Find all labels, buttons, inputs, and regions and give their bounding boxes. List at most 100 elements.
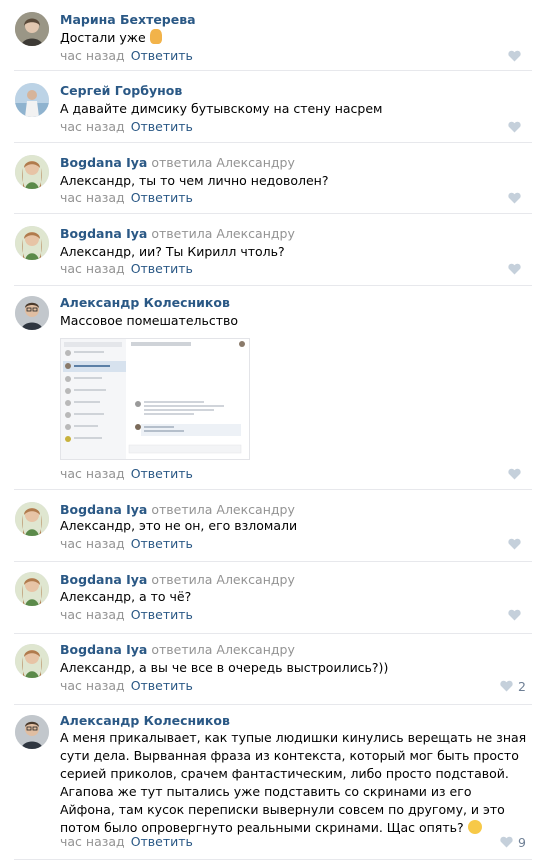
comment-meta: час назад Ответить xyxy=(60,536,193,552)
comment-header: Bogdana Iya ответила Александру xyxy=(60,502,295,518)
like-button[interactable]: 9 xyxy=(500,834,526,850)
author-link[interactable]: Bogdana Iya xyxy=(60,155,147,170)
author-link[interactable]: Bogdana Iya xyxy=(60,572,147,587)
comment-text-content: Александр, ии? Ты Кирилл чтоль? xyxy=(60,244,285,259)
timestamp[interactable]: час назад xyxy=(60,48,125,63)
heart-icon xyxy=(508,121,521,133)
smile-emoji-icon xyxy=(467,820,482,834)
like-button[interactable] xyxy=(508,607,526,623)
avatar[interactable] xyxy=(15,572,49,606)
reply-target-link[interactable]: Александру xyxy=(216,155,294,170)
reply-target-link[interactable]: Александру xyxy=(216,572,294,587)
comment-item: Марина Бехтерева Достали уже час назад От… xyxy=(0,0,546,71)
reply-info: ответила Александру xyxy=(151,642,295,657)
author-link[interactable]: Александр Колесников xyxy=(60,295,230,310)
comment-header: Bogdana Iya ответила Александру xyxy=(60,642,295,658)
reply-button[interactable]: Ответить xyxy=(131,48,193,63)
reply-button[interactable]: Ответить xyxy=(131,190,193,205)
author-link[interactable]: Bogdana Iya xyxy=(60,642,147,657)
like-button[interactable] xyxy=(508,48,526,64)
author-link[interactable]: Bogdana Iya xyxy=(60,502,147,517)
like-button[interactable] xyxy=(508,119,526,135)
timestamp[interactable]: час назад xyxy=(60,678,125,693)
comment-text: Массовое помешательство xyxy=(60,312,530,330)
comment-item: Bogdana Iya ответила Александру Александ… xyxy=(0,214,546,286)
comment-text-content: Александр, это не он, его взломали xyxy=(60,518,298,533)
comment-header: Bogdana Iya ответила Александру xyxy=(60,572,295,588)
reply-button[interactable]: Ответить xyxy=(131,834,193,849)
reply-target-link[interactable]: Александру xyxy=(216,642,294,657)
timestamp[interactable]: час назад xyxy=(60,261,125,276)
author-link[interactable]: Bogdana Iya xyxy=(60,226,147,241)
reply-info: ответила Александру xyxy=(151,502,295,517)
reply-verb: ответила xyxy=(151,226,213,241)
avatar[interactable] xyxy=(15,12,49,46)
comment-header: Александр Колесников xyxy=(60,713,230,729)
author-link[interactable]: Марина Бехтерева xyxy=(60,12,196,27)
like-button[interactable] xyxy=(508,190,526,206)
like-button[interactable]: 2 xyxy=(500,678,526,694)
timestamp[interactable]: час назад xyxy=(60,607,125,622)
reply-target-link[interactable]: Александру xyxy=(216,502,294,517)
like-button[interactable] xyxy=(508,466,526,482)
reply-button[interactable]: Ответить xyxy=(131,261,193,276)
comment-header: Bogdana Iya ответила Александру xyxy=(60,155,295,171)
heart-icon xyxy=(500,680,513,692)
avatar[interactable] xyxy=(15,155,49,189)
comment-header: Марина Бехтерева xyxy=(60,12,196,28)
author-link[interactable]: Александр Колесников xyxy=(60,713,230,728)
avatar[interactable] xyxy=(15,502,49,536)
heart-icon xyxy=(500,836,513,848)
comment-meta: час назад Ответить xyxy=(60,119,193,135)
reply-button[interactable]: Ответить xyxy=(131,466,193,481)
heart-icon xyxy=(508,538,521,550)
like-button[interactable] xyxy=(508,261,526,277)
reply-button[interactable]: Ответить xyxy=(131,119,193,134)
avatar[interactable] xyxy=(15,644,49,678)
heart-icon xyxy=(508,468,521,480)
comment-text: Александр, а то чё? xyxy=(60,588,530,606)
attached-screenshot[interactable] xyxy=(60,338,250,460)
avatar[interactable] xyxy=(15,83,49,117)
comment-text-content: А меня прикалывает, как тупые людишки ки… xyxy=(60,730,527,835)
reply-button[interactable]: Ответить xyxy=(131,607,193,622)
reply-target-link[interactable]: Александру xyxy=(216,226,294,241)
comment-text-content: Достали уже xyxy=(60,30,146,45)
screenshot-image xyxy=(61,339,249,459)
comment-header: Сергей Горбунов xyxy=(60,83,182,99)
heart-icon xyxy=(508,50,521,62)
divider xyxy=(14,859,532,860)
comment-item: Сергей Горбунов А давайте димсику бутывс… xyxy=(0,71,546,143)
timestamp[interactable]: час назад xyxy=(60,119,125,134)
comment-item: Bogdana Iya ответила Александру Александ… xyxy=(0,562,546,634)
comment-text: А давайте димсику бутывскому на стену на… xyxy=(60,100,530,118)
comment-header: Александр Колесников xyxy=(60,295,230,311)
avatar[interactable] xyxy=(15,226,49,260)
comment-meta: час назад Ответить xyxy=(60,607,193,623)
like-count: 9 xyxy=(518,834,526,850)
heart-icon xyxy=(508,192,521,204)
timestamp[interactable]: час назад xyxy=(60,834,125,849)
like-button[interactable] xyxy=(508,536,526,552)
like-count: 2 xyxy=(518,678,526,694)
reply-button[interactable]: Ответить xyxy=(131,536,193,551)
comment-text: Александр, ты то чем лично недоволен? xyxy=(60,172,530,190)
comment-text: Александр, ии? Ты Кирилл чтоль? xyxy=(60,243,530,261)
comment-meta: час назад Ответить xyxy=(60,261,193,277)
comment-item: Александр Колесников А меня прикалывает,… xyxy=(0,705,546,860)
comment-meta: час назад Ответить xyxy=(60,678,193,694)
avatar[interactable] xyxy=(15,715,49,749)
author-link[interactable]: Сергей Горбунов xyxy=(60,83,182,98)
comment-text-content: Александр, а то чё? xyxy=(60,589,192,604)
timestamp[interactable]: час назад xyxy=(60,190,125,205)
timestamp[interactable]: час назад xyxy=(60,466,125,481)
comment-item: Bogdana Iya ответила Александру Александ… xyxy=(0,143,546,214)
reply-info: ответила Александру xyxy=(151,226,295,241)
reply-button[interactable]: Ответить xyxy=(131,678,193,693)
reply-info: ответила Александру xyxy=(151,572,295,587)
avatar[interactable] xyxy=(15,296,49,330)
comment-text-content: А давайте димсику бутывскому на стену на… xyxy=(60,101,383,116)
comment-item: Bogdana Iya ответила Александру Александ… xyxy=(0,490,546,562)
timestamp[interactable]: час назад xyxy=(60,536,125,551)
reply-verb: ответила xyxy=(151,572,213,587)
